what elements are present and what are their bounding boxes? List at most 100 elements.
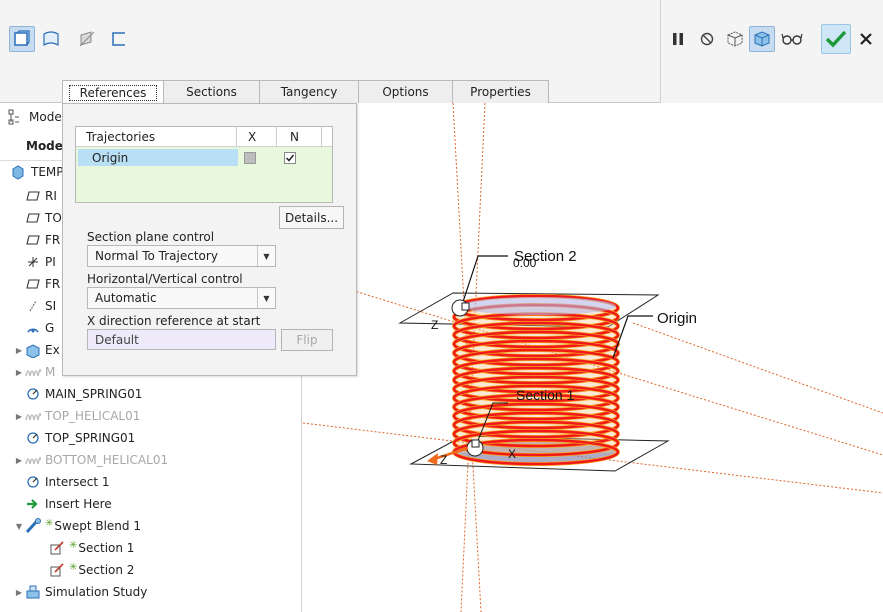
feature-dashboard-controls [660, 0, 883, 103]
thicken-icon[interactable] [106, 26, 132, 52]
swept-blend-icon [24, 518, 42, 534]
sketch-icon [24, 386, 42, 402]
model-tree-item[interactable]: ▼ ✳ Swept Blend 1 [14, 515, 141, 537]
datum-plane-icon [24, 188, 42, 204]
section-plane-select[interactable]: Normal To Trajectory ▼ [87, 245, 276, 267]
trajectories-table-header: Trajectories X N [76, 127, 332, 147]
checkmark-icon [285, 154, 295, 162]
hv-control-select[interactable]: Automatic ▼ [87, 287, 276, 309]
coil-top-face [460, 297, 616, 315]
extrude-icon [24, 342, 42, 358]
csys-icon [24, 254, 42, 270]
model-tree-item[interactable]: Intersect 1 [14, 471, 110, 493]
model-tree-item[interactable]: Insert Here [14, 493, 112, 515]
xdir-label: X direction reference at start [87, 314, 261, 328]
model-tree-item[interactable]: ✳ Section 1 [48, 537, 134, 559]
section-sketch-icon [48, 540, 66, 556]
model-tree-item[interactable]: TO [14, 207, 62, 229]
graphics-viewport[interactable]: Section 2 0.00 Origin Section 1ZZX [303, 103, 883, 612]
chevron-down-icon[interactable]: ▼ [14, 522, 24, 531]
model-tree-item-label: BOTTOM_HELICAL01 [45, 453, 169, 467]
model-tree-item-label: FR [45, 233, 61, 247]
gear-icon [24, 320, 42, 336]
model-graphics[interactable]: Section 20.00OriginSection 1ZZ X [303, 103, 883, 612]
z-axis-label: Z [431, 318, 438, 332]
section-sketch-icon [48, 562, 66, 578]
tab-tangency[interactable]: Tangency [259, 80, 359, 103]
helical-sweep-icon [24, 452, 42, 468]
no-preview-icon[interactable] [694, 26, 720, 52]
helical-sweep-icon [24, 364, 42, 380]
model-tree-item[interactable]: G [14, 317, 54, 339]
model-tree-item[interactable]: FR [14, 273, 60, 295]
trajectories-table[interactable]: Trajectories X N Origin [75, 126, 333, 203]
chevron-down-icon: ▼ [257, 288, 275, 308]
tab-options[interactable]: Options [358, 80, 453, 103]
model-tree-item[interactable]: ▶ Simulation Study [14, 581, 147, 603]
model-tree-item-label: TOP_SPRING01 [45, 431, 136, 445]
solid-icon[interactable] [9, 26, 35, 52]
model-tree-item[interactable]: ▶ TOP_HELICAL01 [14, 405, 140, 427]
chevron-right-icon[interactable]: ▶ [14, 368, 24, 377]
model-tree-item[interactable]: SI [14, 295, 56, 317]
tab-properties[interactable]: Properties [452, 80, 549, 103]
details-button[interactable]: Details... [279, 206, 344, 229]
z-axis-label: Z [440, 453, 447, 467]
model-tree-item-label: Simulation Study [45, 585, 148, 599]
sketch-icon [24, 430, 42, 446]
model-tree-header[interactable]: Mode [8, 109, 62, 125]
model-tree-item-label: Section 2 [78, 563, 135, 577]
tab-sections[interactable]: Sections [163, 80, 260, 103]
glasses-icon[interactable] [779, 26, 805, 52]
surface-icon[interactable] [38, 26, 64, 52]
section2-dimension-value: 0.00 [513, 256, 537, 270]
ok-check-icon[interactable] [821, 24, 851, 54]
section1-label: Section 1 [516, 387, 575, 403]
model-tree-item[interactable]: ▶ M [14, 361, 55, 383]
chevron-right-icon[interactable]: ▶ [14, 412, 24, 421]
x-checkbox[interactable] [244, 152, 256, 164]
new-feature-star-icon: ✳ [45, 517, 54, 529]
model-tree-item[interactable]: TOP_SPRING01 [14, 427, 135, 449]
flip-button[interactable]: Flip [281, 329, 333, 351]
model-tree-item-label: PI [45, 255, 56, 269]
chevron-right-icon[interactable]: ▶ [14, 456, 24, 465]
references-panel: Trajectories X N Origin Details... Secti… [62, 103, 357, 376]
feature-preview-icon[interactable] [749, 26, 775, 52]
model-tree-item[interactable]: PI [14, 251, 56, 273]
remove-material-icon[interactable] [74, 26, 100, 52]
simulation-icon [24, 584, 42, 600]
cancel-x-icon[interactable] [853, 26, 879, 52]
model-tree-item-label: TOP_HELICAL01 [45, 409, 141, 423]
model-tree-item-label: Swept Blend 1 [54, 519, 141, 533]
model-tree-item[interactable]: ▶ BOTTOM_HELICAL01 [14, 449, 168, 471]
model-tree-item-label: Section 1 [78, 541, 135, 555]
model-tree-item[interactable]: ✳ Section 2 [48, 559, 134, 581]
part-icon [12, 165, 24, 180]
tab-references[interactable]: References [62, 80, 164, 104]
model-tree-item[interactable]: ▶ Ex [14, 339, 60, 361]
n-checkbox[interactable] [284, 152, 296, 164]
datum-plane-icon [24, 276, 42, 292]
xdir-reference-field[interactable]: Default [87, 329, 276, 350]
section-plane-label: Section plane control [87, 230, 215, 244]
model-tree-item-label: FR [45, 277, 61, 291]
model-tree-item[interactable]: MAIN_SPRING01 [14, 383, 142, 405]
model-tree-item[interactable]: FR [14, 229, 60, 251]
model-root[interactable]: TEMP [10, 164, 64, 180]
chevron-right-icon[interactable]: ▶ [14, 588, 24, 597]
model-tree-item-label: Insert Here [45, 497, 112, 511]
datum-plane-icon [24, 232, 42, 248]
origin-label: Origin [657, 310, 697, 327]
pause-icon[interactable] [665, 26, 691, 52]
model-tree-item-label: TO [45, 211, 62, 225]
datum-plane-icon [24, 210, 42, 226]
chevron-right-icon[interactable]: ▶ [14, 346, 24, 355]
model-tree-item[interactable]: RI [14, 185, 57, 207]
drag-handle-icon [471, 439, 480, 448]
verify-preview-icon[interactable] [722, 26, 748, 52]
table-row[interactable]: Origin [76, 149, 332, 167]
insert-arrow-icon [24, 496, 42, 512]
model-tree-item-label: M [45, 365, 56, 379]
datum-plane-edge [632, 322, 883, 414]
